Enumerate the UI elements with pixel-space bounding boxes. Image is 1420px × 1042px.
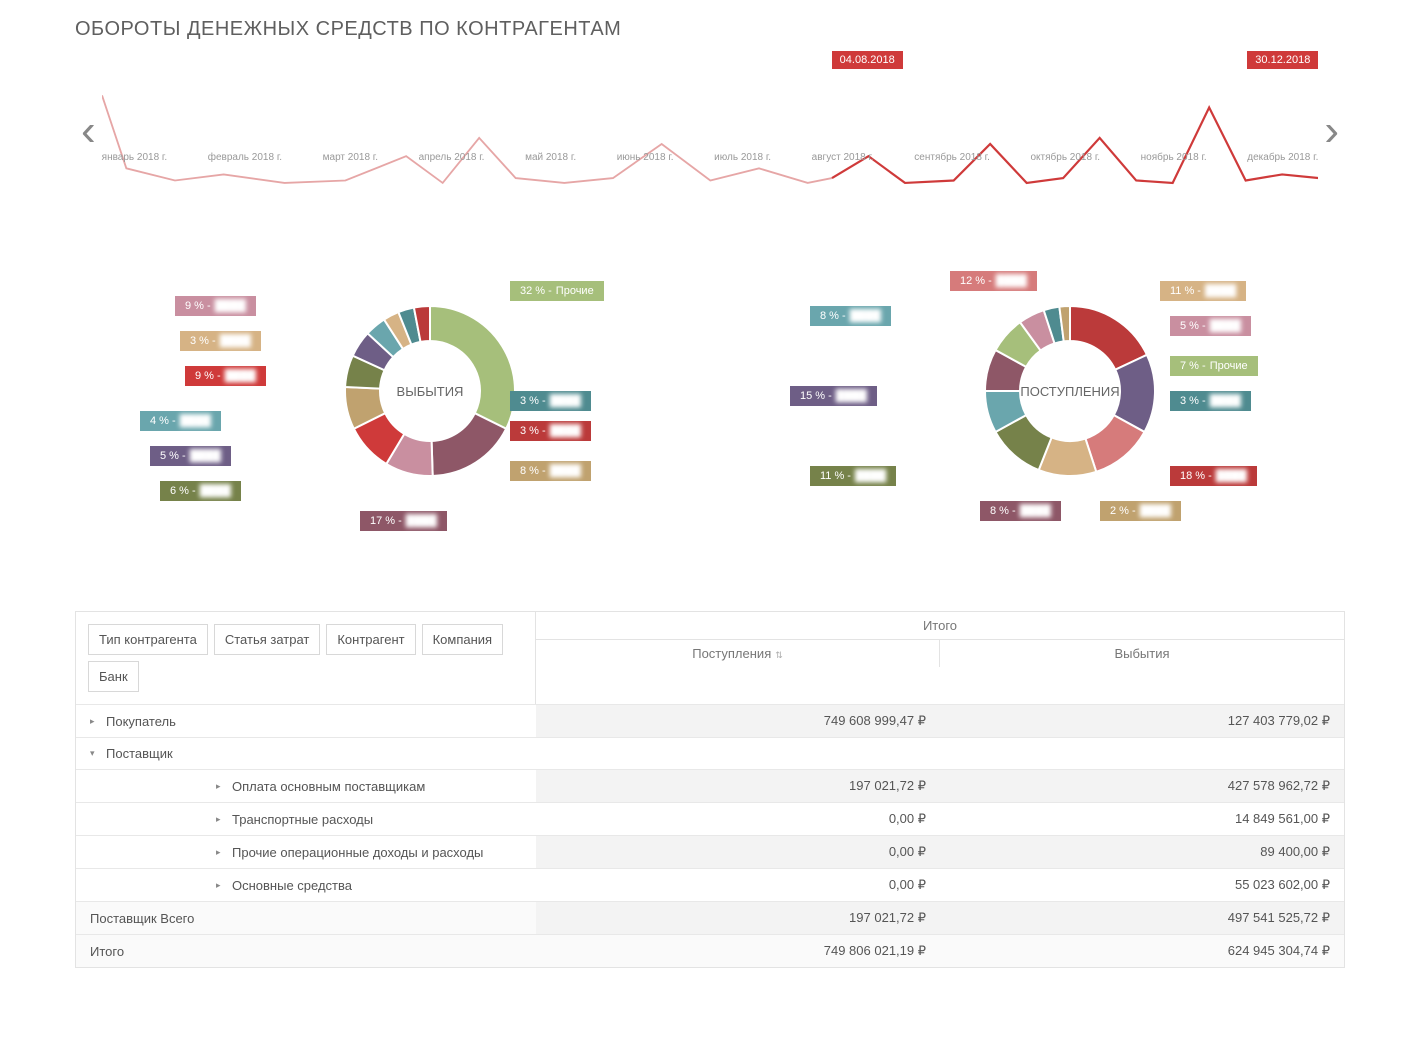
table-row[interactable]: Поставщик Всего197 021,72 ₽497 541 525,7… — [76, 901, 1344, 934]
cell-disposals: 127 403 779,02 ₽ — [940, 705, 1344, 737]
cell-receipts: 749 806 021,19 ₽ — [536, 935, 940, 967]
table-row[interactable]: ▸Основные средства0,00 ₽55 023 602,00 ₽ — [76, 868, 1344, 901]
row-label[interactable]: ▸Основные средства — [76, 869, 536, 901]
timeline-flag-start[interactable]: 04.08.2018 — [832, 51, 903, 69]
chart-tag[interactable]: 7 % - Прочие — [1170, 356, 1258, 376]
total-header: Итого — [536, 612, 1344, 640]
timeline-month-labels: январь 2018 г.февраль 2018 г.март 2018 г… — [102, 152, 1319, 163]
chart-tag[interactable]: 8 % - ████ — [980, 501, 1061, 521]
column-header-disposals[interactable]: Выбытия — [940, 640, 1344, 667]
receipts-donut-title: ПОСТУПЛЕНИЯ — [980, 301, 1160, 481]
chart-tag[interactable]: 8 % - ████ — [810, 306, 891, 326]
disposals-donut-chart[interactable]: ВЫБЫТИЯ 32 % - Прочие 9 % - ████ 3 % - ███… — [130, 271, 650, 531]
receipts-donut-chart[interactable]: ПОСТУПЛЕНИЯ 12 % - ████ 11 % - ████ 8 % - … — [770, 271, 1290, 531]
field-chips-zone[interactable]: Тип контрагентаСтатья затратКонтрагентКо… — [76, 612, 536, 704]
sort-icon[interactable]: ⇅ — [775, 650, 783, 660]
timeline-prev-arrow[interactable]: ‹ — [75, 109, 102, 153]
cell-receipts: 0,00 ₽ — [536, 803, 940, 835]
chart-tag[interactable]: 3 % - ████ — [1170, 391, 1251, 411]
chart-tag[interactable]: 3 % - ████ — [510, 391, 591, 411]
table-row[interactable]: ▾Поставщик — [76, 737, 1344, 769]
cell-disposals: 55 023 602,00 ₽ — [940, 869, 1344, 901]
cell-receipts: 197 021,72 ₽ — [536, 902, 940, 934]
timeline-next-arrow[interactable]: › — [1318, 109, 1345, 153]
expand-caret-icon[interactable]: ▾ — [90, 748, 100, 759]
timeline-flag-end[interactable]: 30.12.2018 — [1247, 51, 1318, 69]
table-row[interactable]: ▸Прочие операционные доходы и расходы0,0… — [76, 835, 1344, 868]
cell-receipts: 0,00 ₽ — [536, 836, 940, 868]
chart-tag[interactable]: 5 % - ████ — [150, 446, 231, 466]
chart-tag[interactable]: 9 % - ████ — [185, 366, 266, 386]
chart-tag[interactable]: 18 % - ████ — [1170, 466, 1257, 486]
expand-caret-icon[interactable]: ▸ — [90, 716, 100, 727]
cell-disposals: 497 541 525,72 ₽ — [940, 902, 1344, 934]
cell-disposals: 14 849 561,00 ₽ — [940, 803, 1344, 835]
timeline-body[interactable]: 04.08.2018 30.12.2018 январь 2018 г.февр… — [102, 71, 1319, 191]
expand-caret-icon[interactable]: ▸ — [216, 880, 226, 891]
chart-tag[interactable]: 2 % - ████ — [1100, 501, 1181, 521]
cell-disposals — [940, 738, 1344, 769]
column-header-receipts[interactable]: Поступления⇅ — [536, 640, 940, 667]
chart-tag[interactable]: 8 % - ████ — [510, 461, 591, 481]
cell-receipts: 197 021,72 ₽ — [536, 770, 940, 802]
chart-tag[interactable]: 12 % - ████ — [950, 271, 1037, 291]
chart-tag[interactable]: 3 % - ████ — [510, 421, 591, 441]
expand-caret-icon[interactable]: ▸ — [216, 814, 226, 825]
table-row[interactable]: ▸Покупатель749 608 999,47 ₽127 403 779,0… — [76, 704, 1344, 737]
row-label[interactable]: Итого — [76, 935, 536, 967]
row-label[interactable]: Поставщик Всего — [76, 902, 536, 934]
cell-receipts — [536, 738, 940, 769]
disposals-donut-title: ВЫБЫТИЯ — [340, 301, 520, 481]
row-label[interactable]: ▸Прочие операционные доходы и расходы — [76, 836, 536, 868]
row-label[interactable]: ▸Оплата основным поставщикам — [76, 770, 536, 802]
chart-tag[interactable]: 5 % - ████ — [1170, 316, 1251, 336]
cell-disposals: 89 400,00 ₽ — [940, 836, 1344, 868]
field-chip[interactable]: Контрагент — [326, 624, 415, 655]
table-row[interactable]: ▸Оплата основным поставщикам197 021,72 ₽… — [76, 769, 1344, 802]
chart-tag[interactable]: 17 % - ████ — [360, 511, 447, 531]
cell-receipts: 749 608 999,47 ₽ — [536, 705, 940, 737]
cell-receipts: 0,00 ₽ — [536, 869, 940, 901]
cell-disposals: 624 945 304,74 ₽ — [940, 935, 1344, 967]
field-chip[interactable]: Статья затрат — [214, 624, 321, 655]
chart-tag[interactable]: 9 % - ████ — [175, 296, 256, 316]
row-label[interactable]: ▾Поставщик — [76, 738, 536, 769]
chart-tag[interactable]: 11 % - ████ — [810, 466, 896, 486]
field-chip[interactable]: Тип контрагента — [88, 624, 208, 655]
field-chip[interactable]: Банк — [88, 661, 139, 692]
row-label[interactable]: ▸Транспортные расходы — [76, 803, 536, 835]
expand-caret-icon[interactable]: ▸ — [216, 847, 226, 858]
page-title: ОБОРОТЫ ДЕНЕЖНЫХ СРЕДСТВ ПО КОНТРАГЕНТАМ — [75, 18, 1345, 41]
chart-tag[interactable]: 3 % - ████ — [180, 331, 261, 351]
chart-tag[interactable]: 32 % - Прочие — [510, 281, 604, 301]
table-row[interactable]: ▸Транспортные расходы0,00 ₽14 849 561,00… — [76, 802, 1344, 835]
chart-tag[interactable]: 4 % - ████ — [140, 411, 221, 431]
pivot-table: Тип контрагентаСтатья затратКонтрагентКо… — [75, 611, 1345, 968]
row-label[interactable]: ▸Покупатель — [76, 705, 536, 737]
chart-tag[interactable]: 15 % - ████ — [790, 386, 877, 406]
expand-caret-icon[interactable]: ▸ — [216, 781, 226, 792]
field-chip[interactable]: Компания — [422, 624, 504, 655]
timeline[interactable]: ‹ 04.08.2018 30.12.2018 январь 2018 г.фе… — [75, 71, 1345, 191]
chart-tag[interactable]: 11 % - ████ — [1160, 281, 1246, 301]
chart-tag[interactable]: 6 % - ████ — [160, 481, 241, 501]
cell-disposals: 427 578 962,72 ₽ — [940, 770, 1344, 802]
table-row[interactable]: Итого749 806 021,19 ₽624 945 304,74 ₽ — [76, 934, 1344, 967]
